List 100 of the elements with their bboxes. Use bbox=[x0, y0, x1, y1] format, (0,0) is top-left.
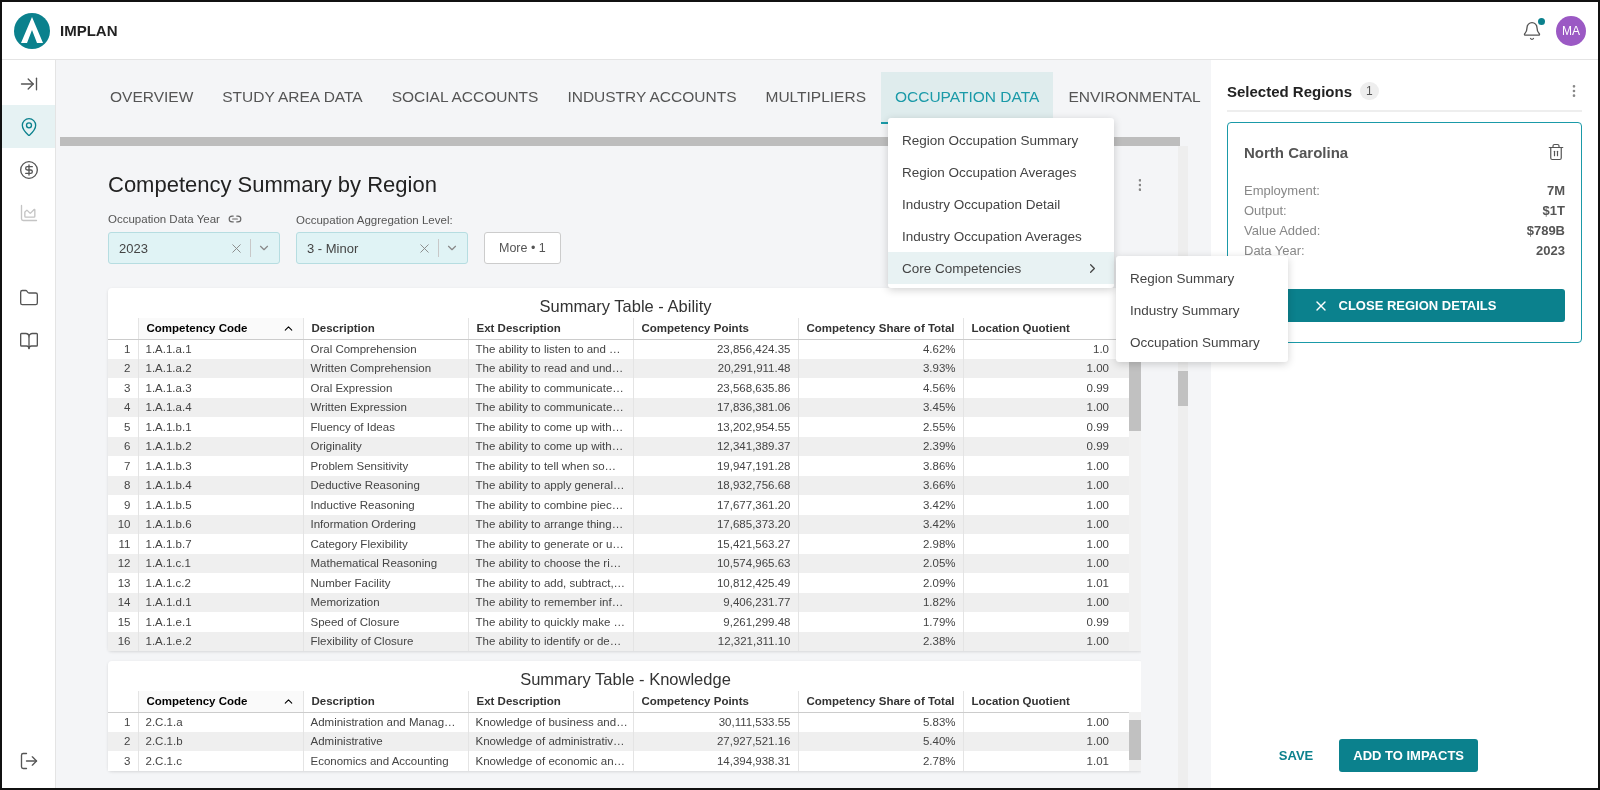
table-cell: Flexibility of Closure bbox=[303, 631, 468, 651]
save-button[interactable]: SAVE bbox=[1272, 747, 1320, 764]
table-cell: 1.01 bbox=[963, 573, 1129, 593]
row-number: 2 bbox=[108, 358, 138, 378]
table-cell: 3.66% bbox=[798, 475, 963, 495]
nav-tab[interactable]: MULTIPLIERS bbox=[751, 72, 880, 124]
table-cell: 3.93% bbox=[798, 358, 963, 378]
select-field[interactable]: 3 - Minor bbox=[296, 232, 468, 264]
table-cell: 1.A.1.b.3 bbox=[138, 456, 303, 476]
table-cell: 30,111,533.55 bbox=[633, 712, 798, 732]
nav-tab[interactable]: INDUSTRY ACCOUNTS bbox=[553, 72, 751, 124]
column-header[interactable]: Ext Description bbox=[468, 691, 633, 712]
table-cell: 14,394,938.31 bbox=[633, 751, 798, 771]
user-avatar[interactable]: MA bbox=[1556, 15, 1586, 46]
more-filters-button[interactable]: More • 1 bbox=[484, 232, 561, 264]
menu-item[interactable]: Region Occupation Summary bbox=[888, 124, 1114, 156]
table-cell: The ability to add, subtract,… bbox=[468, 573, 633, 593]
table-cell: 1.01 bbox=[963, 751, 1129, 771]
bell-icon bbox=[1522, 20, 1542, 41]
table-cell: 10,812,425.49 bbox=[633, 573, 798, 593]
column-header[interactable]: Competency Share of Total bbox=[798, 318, 963, 339]
column-header[interactable]: Ext Description bbox=[468, 318, 633, 339]
stat-value: $1T bbox=[1542, 203, 1565, 220]
table-cell: 1.A.1.d.1 bbox=[138, 592, 303, 612]
column-header[interactable]: Competency Points bbox=[633, 691, 798, 712]
column-header[interactable]: Competency Code bbox=[138, 318, 303, 339]
table-cell: 2.78% bbox=[798, 751, 963, 771]
table-cell: Knowledge of economic an… bbox=[468, 751, 633, 771]
table-cell: 2.38% bbox=[798, 631, 963, 651]
table-cell: 0.99 bbox=[963, 612, 1129, 632]
nav-tab[interactable]: STUDY AREA DATA bbox=[208, 72, 377, 124]
row-number: 14 bbox=[108, 592, 138, 612]
table-cell: Originality bbox=[303, 436, 468, 456]
table-cell: 2.C.1.b bbox=[138, 731, 303, 751]
nav-tab[interactable]: SOCIAL ACCOUNTS bbox=[377, 72, 553, 124]
row-number: 6 bbox=[108, 436, 138, 456]
column-header[interactable]: Competency Share of Total bbox=[798, 691, 963, 712]
table-cell: 3.86% bbox=[798, 456, 963, 476]
table-cell: 5.83% bbox=[798, 712, 963, 732]
table-cell: Knowledge of business and… bbox=[468, 712, 633, 732]
row-number: 1 bbox=[108, 712, 138, 732]
table-cell: 1.A.1.c.2 bbox=[138, 573, 303, 593]
row-number: 3 bbox=[108, 751, 138, 771]
field-label: Occupation Aggregation Level: bbox=[296, 214, 453, 226]
table-cell: 2.09% bbox=[798, 573, 963, 593]
row-number: 7 bbox=[108, 456, 138, 476]
table-cell: 10,574,965.63 bbox=[633, 553, 798, 573]
table-cell: 23,856,424.35 bbox=[633, 339, 798, 359]
table-cell: 1.00 bbox=[963, 712, 1129, 732]
menu-item[interactable]: Industry Occupation Detail bbox=[888, 188, 1114, 220]
menu-item[interactable]: Core Competencies bbox=[888, 252, 1114, 284]
column-header[interactable]: Competency Code bbox=[138, 691, 303, 712]
scrollbar[interactable] bbox=[1129, 712, 1141, 771]
table-cell: Written Comprehension bbox=[303, 358, 468, 378]
table-cell: 1.79% bbox=[798, 612, 963, 632]
table-cell: 12,341,389.37 bbox=[633, 436, 798, 456]
table-title: Summary Table - Knowledge bbox=[519, 669, 732, 690]
stat-label: Value Added: bbox=[1244, 223, 1321, 240]
table-cell: The ability to communicate… bbox=[468, 397, 633, 417]
column-header[interactable]: Description bbox=[303, 318, 468, 339]
table-cell: 1.A.1.e.1 bbox=[138, 612, 303, 632]
chart-icon bbox=[18, 202, 39, 223]
table-cell: 19,947,191.28 bbox=[633, 456, 798, 476]
table-cell: 1.A.1.a.1 bbox=[138, 339, 303, 359]
column-header[interactable]: Description bbox=[303, 691, 468, 712]
table-cell: The ability to quickly make … bbox=[468, 612, 633, 632]
trash-icon[interactable] bbox=[1547, 143, 1565, 161]
table-cell: The ability to communicate… bbox=[468, 378, 633, 398]
add-to-impacts-button[interactable]: ADD TO IMPACTS bbox=[1339, 739, 1478, 772]
table-cell: 13,202,954.55 bbox=[633, 417, 798, 437]
table-cell: 1.A.1.c.1 bbox=[138, 553, 303, 573]
table-cell: 1.00 bbox=[963, 631, 1129, 651]
menu-item[interactable]: Industry Occupation Averages bbox=[888, 220, 1114, 252]
table-cell: The ability to identify or de… bbox=[468, 631, 633, 651]
table-cell: 1.82% bbox=[798, 592, 963, 612]
table-cell: 2.C.1.c bbox=[138, 751, 303, 771]
stat-label: Employment: bbox=[1244, 183, 1320, 200]
table-cell: 1.A.1.b.5 bbox=[138, 495, 303, 515]
folder-icon bbox=[18, 287, 39, 308]
menu-item[interactable]: Region Occupation Averages bbox=[888, 156, 1114, 188]
table-cell: 17,836,381.06 bbox=[633, 397, 798, 417]
table-cell: The ability to apply general… bbox=[468, 475, 633, 495]
table-cell: The ability to generate or u… bbox=[468, 534, 633, 554]
table-cell: The ability to come up with… bbox=[468, 417, 633, 437]
column-header[interactable]: Location Quotient bbox=[963, 691, 1129, 712]
table-cell: 1.00 bbox=[963, 397, 1129, 417]
column-header[interactable]: Competency Points bbox=[633, 318, 798, 339]
select-field[interactable]: 2023 bbox=[108, 232, 280, 264]
row-number: 5 bbox=[108, 417, 138, 437]
sidebar-button[interactable] bbox=[2, 105, 55, 148]
table-cell: 23,568,635.86 bbox=[633, 378, 798, 398]
nav-tab[interactable]: OVERVIEW bbox=[96, 72, 208, 124]
stat-value: 2023 bbox=[1536, 243, 1565, 260]
nav-tab[interactable]: ENVIRONMENTAL bbox=[1054, 72, 1211, 124]
table-cell: Administrative bbox=[303, 731, 468, 751]
table-cell: 18,932,756.68 bbox=[633, 475, 798, 495]
notification-button[interactable] bbox=[1522, 20, 1542, 41]
table-cell: 1.A.1.b.7 bbox=[138, 534, 303, 554]
table-cell: 1.A.1.b.6 bbox=[138, 514, 303, 534]
table-cell: 1.A.1.e.2 bbox=[138, 631, 303, 651]
